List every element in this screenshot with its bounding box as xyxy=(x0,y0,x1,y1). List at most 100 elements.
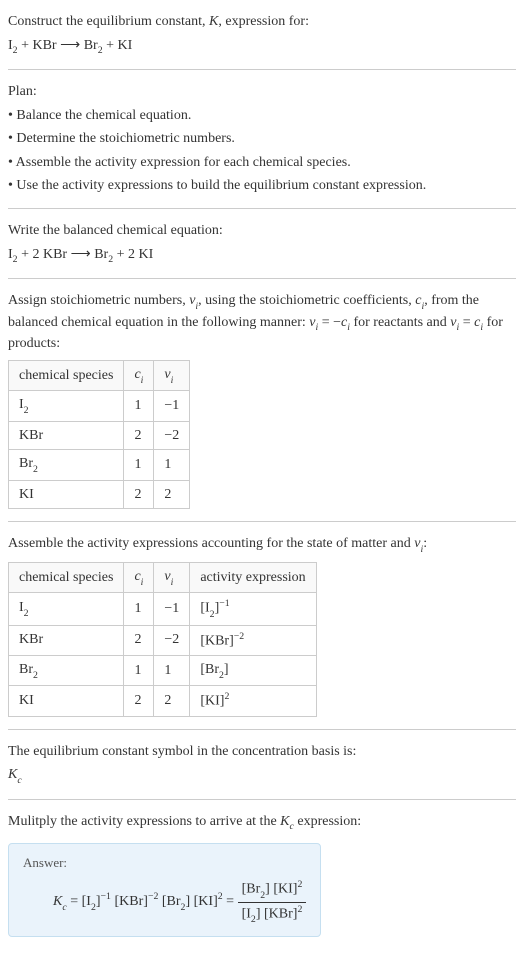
t: + xyxy=(113,247,128,262)
t: 2 xyxy=(24,405,29,416)
col-nui: νi xyxy=(154,562,190,593)
t: 2 xyxy=(33,464,38,475)
text: , expression for: xyxy=(218,14,309,29)
plan-title: Plan: xyxy=(8,82,516,102)
divider xyxy=(8,69,516,70)
multiply-paragraph: Mulitply the activity expressions to arr… xyxy=(8,812,516,834)
t: Br xyxy=(246,882,260,897)
t: 2 xyxy=(181,902,186,913)
t: KBr xyxy=(205,633,229,648)
t: i xyxy=(171,577,174,588)
cell: 2 xyxy=(124,480,154,509)
t: c xyxy=(62,902,66,913)
t: I xyxy=(19,397,24,412)
cell: KI xyxy=(9,480,124,509)
t: 2 xyxy=(251,914,256,925)
cell: 2 xyxy=(124,421,154,450)
intro-line1: Construct the equilibrium constant, K, e… xyxy=(8,12,516,32)
t: KI xyxy=(198,894,213,909)
t: 2 xyxy=(297,879,302,890)
divider xyxy=(8,208,516,209)
t: ] xyxy=(185,894,190,909)
assign-paragraph: Assign stoichiometric numbers, νi, using… xyxy=(8,291,516,354)
cell: 2 xyxy=(124,686,154,716)
answer-label: Answer: xyxy=(23,854,306,872)
numerator: [Br2] [KI]2 xyxy=(238,878,307,902)
divider xyxy=(8,278,516,279)
t: Br xyxy=(167,894,181,909)
symbol-Kc: Kc xyxy=(8,765,516,787)
cell: [KI]2 xyxy=(190,686,316,716)
cell: [I2]−1 xyxy=(190,593,316,625)
t: −1 xyxy=(101,892,111,903)
t: ν xyxy=(164,569,170,584)
cell: I2 xyxy=(9,593,124,625)
text: Construct the equilibrium constant, xyxy=(8,14,209,29)
cell: 2 xyxy=(124,625,154,655)
t: 2 xyxy=(297,904,302,915)
t: c xyxy=(134,569,140,584)
t: i xyxy=(421,301,424,312)
cell: −1 xyxy=(154,593,190,625)
t: 2 xyxy=(108,254,113,265)
cell: [KBr]−2 xyxy=(190,625,316,655)
t: 2 xyxy=(210,609,215,620)
t: Br xyxy=(94,247,108,262)
divider xyxy=(8,799,516,800)
t: = xyxy=(459,315,474,330)
t: ] xyxy=(256,906,261,921)
cell: −2 xyxy=(154,421,190,450)
t: 2 xyxy=(128,247,135,262)
t: i xyxy=(171,375,174,386)
t: Br xyxy=(84,38,98,53)
t: c xyxy=(290,821,294,832)
t: 2 xyxy=(224,691,229,702)
t: for reactants and xyxy=(350,315,450,330)
cell: 2 xyxy=(154,686,190,716)
table-row: Br2 1 1 [Br2] xyxy=(9,655,317,686)
cell: 1 xyxy=(124,391,154,422)
cell: KBr xyxy=(9,625,124,655)
t: i xyxy=(480,322,483,333)
t: I xyxy=(205,601,210,616)
cell: −2 xyxy=(154,625,190,655)
t: 2 xyxy=(219,670,224,681)
t: c xyxy=(17,775,21,786)
t: KBr xyxy=(119,894,143,909)
t: : xyxy=(423,536,427,551)
t: I xyxy=(19,600,24,615)
table-row: KBr 2 −2 xyxy=(9,421,190,450)
plan-bullet: • Use the activity expressions to build … xyxy=(8,176,516,196)
fraction: [Br2] [KI]2[I2] [KBr]2 xyxy=(238,878,307,925)
t: = − xyxy=(318,315,341,330)
t: I xyxy=(8,247,13,262)
t: Br xyxy=(205,662,219,677)
t: KI xyxy=(278,882,293,897)
t: 2 xyxy=(13,45,18,56)
document-content: Construct the equilibrium constant, K, e… xyxy=(8,12,516,937)
intro-equation: I2 + KBr ⟶ Br2 + KI xyxy=(8,36,516,58)
t: + xyxy=(18,38,33,53)
col-activity: activity expression xyxy=(190,562,316,593)
cell: 1 xyxy=(124,655,154,686)
t: Assemble the activity expressions accoun… xyxy=(8,536,414,551)
answer-box: Answer: Kc = [I2]−1 [KBr]−2 [Br2] [KI]2 … xyxy=(8,843,321,937)
col-species: chemical species xyxy=(9,360,124,391)
col-ci: ci xyxy=(124,562,154,593)
t: , using the stoichiometric coefficients, xyxy=(198,293,415,308)
t: KBr xyxy=(32,38,56,53)
cell: −1 xyxy=(154,391,190,422)
cell: 1 xyxy=(154,655,190,686)
cell: 1 xyxy=(124,593,154,625)
t: 2 xyxy=(91,902,96,913)
activity-table: chemical species ci νi activity expressi… xyxy=(8,562,317,717)
cell: 1 xyxy=(124,450,154,481)
t: Mulitply the activity expressions to arr… xyxy=(8,814,280,829)
table-row: KI 2 2 [KI]2 xyxy=(9,686,317,716)
t: ν xyxy=(309,315,315,330)
t: = xyxy=(67,894,82,909)
balanced-equation: I2 + 2 KBr ⟶ Br2 + 2 KI xyxy=(8,245,516,267)
t: Br xyxy=(19,456,33,471)
t: KBr xyxy=(39,247,67,262)
t: + xyxy=(18,247,33,262)
